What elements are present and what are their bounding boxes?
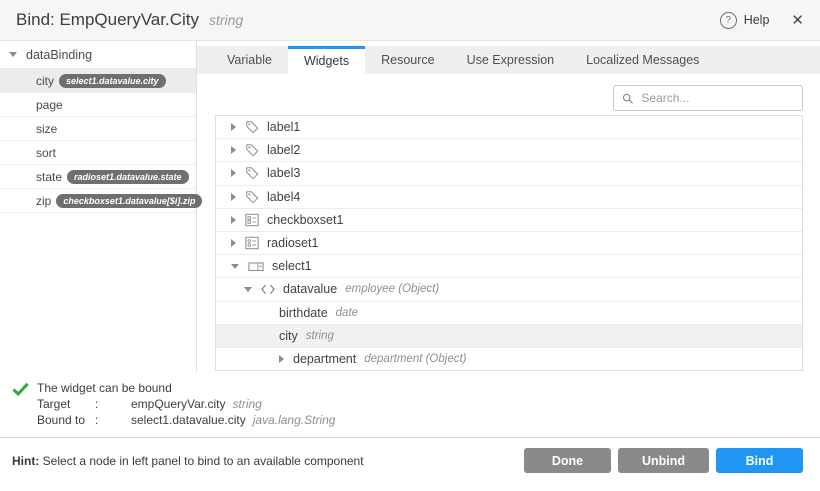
tree-row-label1[interactable]: label1	[216, 116, 802, 139]
chevron-right-icon[interactable]	[231, 193, 236, 201]
status-value: select1.datavalue.city	[131, 412, 246, 428]
check-icon	[12, 382, 29, 428]
tree-row-label3[interactable]: label3	[216, 162, 802, 185]
binding-row-page[interactable]: page	[0, 92, 196, 116]
tree-node-label: checkboxset1	[267, 213, 343, 227]
tree-node-type: department (Object)	[364, 353, 466, 365]
status-target-row: Target : empQueryVar.city string	[37, 396, 335, 412]
tree-row-label4[interactable]: label4	[216, 186, 802, 209]
binding-row-sort[interactable]: sort	[0, 140, 196, 164]
status-boundto-row: Bound to : select1.datavalue.city java.l…	[37, 412, 335, 428]
chevron-down-icon[interactable]	[244, 287, 252, 292]
radioset-icon	[245, 236, 259, 250]
hint-text: Hint: Select a node in left panel to bin…	[12, 454, 364, 468]
binding-row-state[interactable]: state radioset1.datavalue.state	[0, 164, 196, 188]
binding-row-zip[interactable]: zip checkboxset1.datavalue[$i].zip	[0, 188, 196, 213]
tree-node-label: city	[279, 329, 298, 343]
hint-label: Hint:	[12, 454, 39, 468]
chevron-down-icon[interactable]	[231, 264, 239, 269]
binding-label: sort	[36, 146, 56, 160]
tree-node-type: employee (Object)	[345, 283, 439, 295]
tree-node-type: string	[306, 330, 334, 342]
binding-label: size	[36, 122, 57, 136]
tree-node-label: datavalue	[283, 282, 337, 296]
tree-node-label: birthdate	[279, 306, 328, 320]
status-value-type: java.lang.String	[253, 412, 336, 428]
binding-badge: checkboxset1.datavalue[$i].zip	[56, 194, 202, 208]
hint-body: Select a node in left panel to bind to a…	[43, 454, 364, 468]
tree-node-label: label4	[267, 190, 300, 204]
tag-icon	[245, 190, 259, 204]
unbind-button[interactable]: Unbind	[618, 448, 709, 473]
bind-status: The widget can be bound Target : empQuer…	[0, 372, 820, 438]
select-icon	[248, 260, 264, 273]
tree-node-label: select1	[272, 259, 312, 273]
tree-node-label: department	[293, 352, 356, 366]
tree-node-label: label3	[267, 166, 300, 180]
chevron-right-icon[interactable]	[231, 239, 236, 247]
tab-use-expression[interactable]: Use Expression	[451, 46, 571, 74]
tab-variable[interactable]: Variable	[211, 46, 288, 74]
status-colon: :	[95, 412, 131, 428]
help-icon[interactable]: ?	[720, 12, 737, 29]
search-input[interactable]	[639, 90, 794, 106]
tree-row-department[interactable]: department department (Object)	[216, 348, 802, 371]
binding-label: zip	[36, 194, 51, 208]
binding-row-city[interactable]: city select1.datavalue.city	[0, 68, 196, 92]
tree-root-databinding[interactable]: dataBinding	[0, 41, 196, 68]
tag-icon	[245, 166, 259, 180]
tree-node-label: label1	[267, 120, 300, 134]
binding-badge: select1.datavalue.city	[59, 74, 166, 88]
chevron-right-icon[interactable]	[279, 355, 284, 363]
status-label: Bound to	[37, 412, 95, 428]
done-button[interactable]: Done	[524, 448, 611, 473]
tree-row-radioset1[interactable]: radioset1	[216, 232, 802, 255]
tree-row-checkboxset1[interactable]: checkboxset1	[216, 209, 802, 232]
search-icon	[622, 92, 633, 105]
status-message: The widget can be bound	[37, 380, 335, 396]
chevron-right-icon[interactable]	[231, 216, 236, 224]
binding-label: state	[36, 170, 62, 184]
binding-label: page	[36, 98, 63, 112]
data-binding-panel: dataBinding city select1.datavalue.city …	[0, 41, 197, 372]
tree-row-datavalue[interactable]: datavalue employee (Object)	[216, 278, 802, 301]
binding-badge: radioset1.datavalue.state	[67, 170, 189, 184]
tab-localized-messages[interactable]: Localized Messages	[570, 46, 715, 74]
status-value: empQueryVar.city	[131, 396, 225, 412]
tree-row-select1[interactable]: select1	[216, 255, 802, 278]
help-button[interactable]: Help	[744, 13, 770, 27]
widget-tree: label1 label2 label3 label4	[215, 115, 803, 371]
tree-node-label: radioset1	[267, 236, 318, 250]
status-colon: :	[95, 396, 131, 412]
tree-node-label: label2	[267, 143, 300, 157]
chevron-right-icon[interactable]	[231, 123, 236, 131]
dialog-header: Bind: EmpQueryVar.City string ? Help ✕	[0, 0, 820, 41]
dialog-title-type: string	[209, 12, 243, 28]
binding-row-size[interactable]: size	[0, 116, 196, 140]
chevron-right-icon[interactable]	[231, 169, 236, 177]
tree-row-city[interactable]: city string	[216, 325, 802, 348]
tag-icon	[245, 120, 259, 134]
tab-resource[interactable]: Resource	[365, 46, 451, 74]
dialog-title: Bind: EmpQueryVar.City	[16, 10, 199, 30]
bind-dialog: Bind: EmpQueryVar.City string ? Help ✕ d…	[0, 0, 820, 491]
tab-bar: Variable Widgets Resource Use Expression…	[197, 46, 820, 74]
bind-button[interactable]: Bind	[716, 448, 803, 473]
status-value-type: string	[232, 396, 261, 412]
tag-icon	[245, 143, 259, 157]
chevron-right-icon[interactable]	[231, 146, 236, 154]
dialog-footer: Hint: Select a node in left panel to bin…	[0, 438, 820, 491]
chevron-down-icon[interactable]	[9, 52, 17, 57]
tree-node-type: date	[336, 307, 358, 319]
close-icon[interactable]: ✕	[791, 11, 804, 29]
status-label: Target	[37, 396, 95, 412]
tab-widgets[interactable]: Widgets	[288, 46, 365, 74]
tree-row-birthdate[interactable]: birthdate date	[216, 302, 802, 325]
search-box	[613, 85, 803, 111]
checkboxset-icon	[245, 213, 259, 227]
binding-label: city	[36, 74, 54, 88]
root-label: dataBinding	[26, 48, 92, 62]
code-icon	[261, 284, 275, 295]
tree-row-label2[interactable]: label2	[216, 139, 802, 162]
